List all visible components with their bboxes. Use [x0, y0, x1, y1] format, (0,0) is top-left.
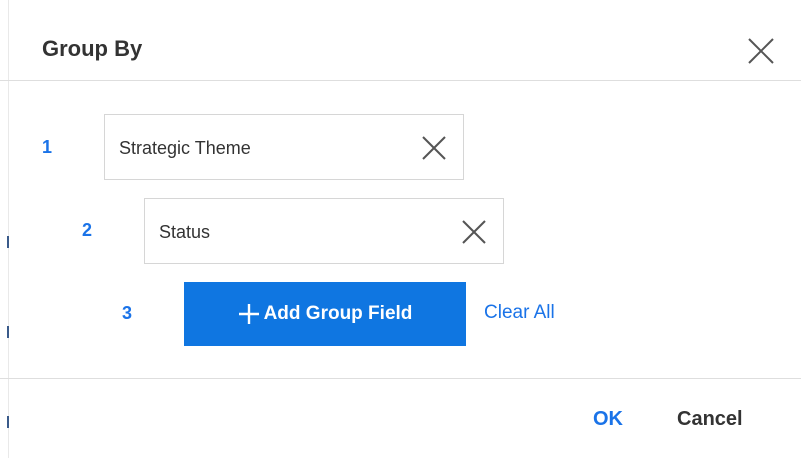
ok-button[interactable]: OK: [593, 407, 623, 431]
group-number-3: 3: [122, 303, 133, 323]
dialog-footer: OK Cancel: [0, 378, 801, 458]
cancel-button[interactable]: Cancel: [677, 407, 743, 431]
dialog-title: Group By: [42, 36, 143, 61]
plus-icon: [238, 303, 260, 325]
group-field-label: Strategic Theme: [119, 138, 251, 158]
close-icon[interactable]: [419, 133, 449, 163]
group-by-dialog: Group By 1 Strategic Theme 2 Status 3 Ad…: [0, 0, 801, 458]
group-number-1: 1: [42, 137, 53, 157]
group-number-2: 2: [82, 220, 93, 240]
close-icon[interactable]: [746, 36, 776, 66]
add-group-field-button[interactable]: Add Group Field: [184, 282, 466, 346]
close-icon[interactable]: [459, 217, 489, 247]
background-edge-mark: [7, 326, 9, 338]
clear-all-link[interactable]: Clear All: [484, 302, 555, 324]
group-field-label: Status: [159, 222, 211, 242]
background-edge-mark: [7, 236, 9, 248]
group-field-1[interactable]: Strategic Theme: [104, 114, 464, 180]
dialog-header: Group By: [0, 0, 801, 81]
group-field-2[interactable]: Status: [144, 198, 504, 264]
add-group-field-label: Add Group Field: [263, 303, 413, 324]
